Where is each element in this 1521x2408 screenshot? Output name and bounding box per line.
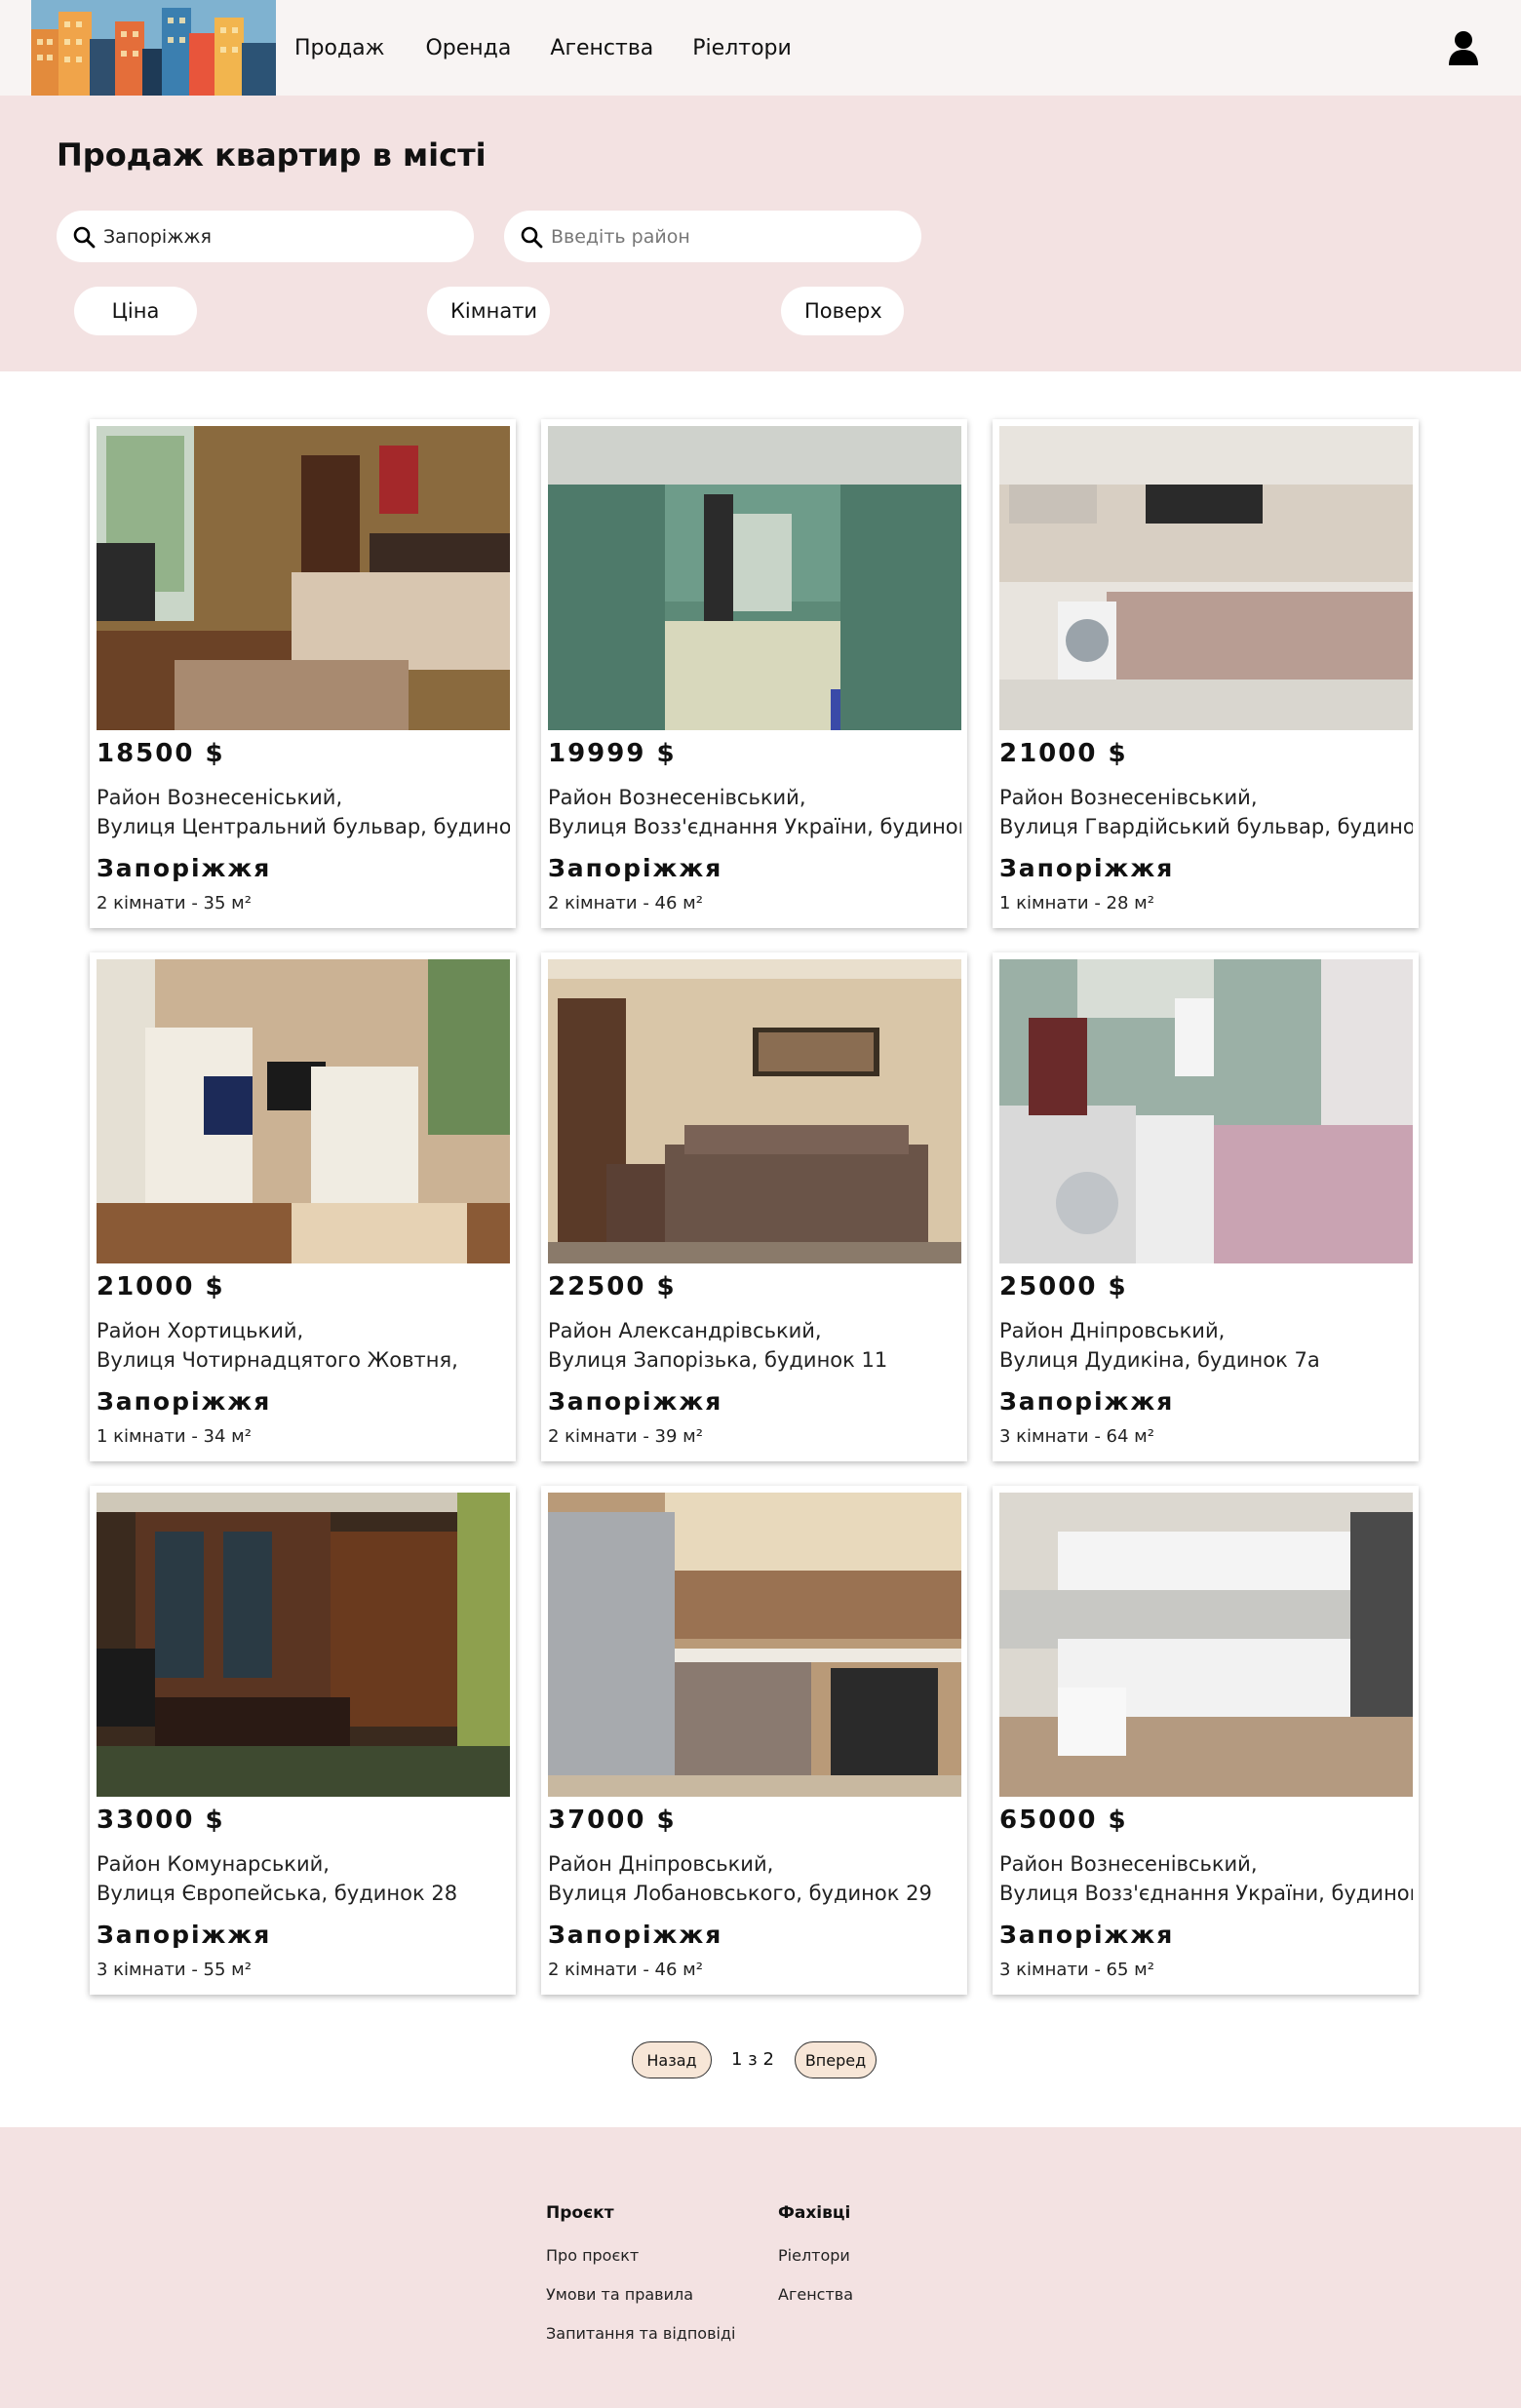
search-icon bbox=[521, 226, 543, 249]
district-search-box[interactable] bbox=[504, 211, 921, 262]
listing-city: Запоріжжя bbox=[999, 1921, 1175, 1949]
listing-street: Вулиця Центральний бульвар, будинок bbox=[97, 815, 510, 838]
footer-link-agencies[interactable]: Агенства bbox=[778, 2285, 853, 2304]
prev-page-button[interactable]: Назад bbox=[632, 2041, 712, 2078]
listing-price: 18500 $ bbox=[97, 739, 225, 768]
listing-price: 21000 $ bbox=[999, 739, 1128, 768]
main-nav: Продаж Оренда Агенства Ріелтори bbox=[294, 0, 831, 96]
city-search-box[interactable] bbox=[57, 211, 474, 262]
next-page-button[interactable]: Вперед bbox=[795, 2041, 877, 2078]
listing-district: Район Вознесенівський, bbox=[999, 1852, 1258, 1876]
footer-link-terms[interactable]: Умови та правила bbox=[546, 2285, 735, 2304]
listing-price: 21000 $ bbox=[97, 1272, 225, 1301]
site-logo[interactable] bbox=[31, 0, 276, 96]
listing-street: Вулиця Європейська, будинок 28 bbox=[97, 1882, 458, 1905]
listing-photo[interactable] bbox=[548, 1493, 961, 1797]
listing-price: 33000 $ bbox=[97, 1806, 225, 1835]
listing-rooms-area: 2 кімнати - 39 м² bbox=[548, 1426, 703, 1447]
site-footer: Проєкт Про проєкт Умови та правила Запит… bbox=[0, 2127, 1521, 2408]
nav-agencies[interactable]: Агенства bbox=[550, 36, 653, 60]
listing-card[interactable]: 25000 $ Район Дніпровський, Вулиця Дудик… bbox=[993, 952, 1419, 1461]
listing-street: Вулиця Лобановського, будинок 29 bbox=[548, 1882, 932, 1905]
listing-city: Запоріжжя bbox=[97, 1387, 272, 1416]
listing-district: Район Александрівський, bbox=[548, 1319, 822, 1342]
nav-sale[interactable]: Продаж bbox=[294, 36, 384, 60]
listing-photo[interactable] bbox=[548, 426, 961, 730]
listing-photo[interactable] bbox=[999, 959, 1413, 1263]
footer-experts-heading: Фахівці bbox=[778, 2203, 851, 2223]
listing-card[interactable]: 65000 $ Район Вознесенівський, Вулиця Во… bbox=[993, 1486, 1419, 1995]
listing-card[interactable]: 21000 $ Район Хортицький, Вулиця Чотирна… bbox=[90, 952, 516, 1461]
listing-card[interactable]: 21000 $ Район Вознесенівський, Вулиця Гв… bbox=[993, 419, 1419, 928]
listing-street: Вулиця Возз'єднання України, будинок bbox=[999, 1882, 1413, 1905]
listing-district: Район Дніпровський, bbox=[999, 1319, 1226, 1342]
listing-city: Запоріжжя bbox=[999, 854, 1175, 882]
listing-rooms-area: 3 кімнати - 55 м² bbox=[97, 1960, 252, 1980]
listing-price: 22500 $ bbox=[548, 1272, 677, 1301]
listing-card[interactable]: 18500 $ Район Вознесеніський, Вулиця Цен… bbox=[90, 419, 516, 928]
listing-street: Вулиця Гвардійський бульвар, будинок bbox=[999, 815, 1413, 838]
listing-price: 25000 $ bbox=[999, 1272, 1128, 1301]
footer-experts-column: Фахівці Ріелтори Агенства bbox=[778, 2203, 853, 2324]
footer-project-column: Проєкт Про проєкт Умови та правила Запит… bbox=[546, 2203, 735, 2363]
listing-district: Район Вознесенівський, bbox=[548, 786, 806, 809]
rooms-filter-button[interactable]: Кімнати bbox=[427, 287, 550, 335]
listing-card[interactable]: 37000 $ Район Дніпровський, Вулиця Лобан… bbox=[541, 1486, 967, 1995]
listing-city: Запоріжжя bbox=[548, 854, 723, 882]
listing-district: Район Хортицький, bbox=[97, 1319, 304, 1342]
listing-district: Район Дніпровський, bbox=[548, 1852, 774, 1876]
listing-street: Вулиця Чотирнадцятого Жовтня, bbox=[97, 1348, 458, 1372]
listing-photo[interactable] bbox=[548, 959, 961, 1263]
listing-photo[interactable] bbox=[999, 426, 1413, 730]
page-indicator: 1 з 2 bbox=[731, 2049, 774, 2070]
listing-photo[interactable] bbox=[97, 426, 510, 730]
listing-city: Запоріжжя bbox=[548, 1921, 723, 1949]
footer-link-faq[interactable]: Запитання та відповіді bbox=[546, 2324, 735, 2343]
listing-price: 37000 $ bbox=[548, 1806, 677, 1835]
price-filter-button[interactable]: Ціна bbox=[74, 287, 197, 335]
listing-rooms-area: 3 кімнати - 65 м² bbox=[999, 1960, 1154, 1980]
listing-street: Вулиця Дудикіна, будинок 7а bbox=[999, 1348, 1320, 1372]
listing-rooms-area: 3 кімнати - 64 м² bbox=[999, 1426, 1154, 1447]
listing-rooms-area: 1 кімнати - 34 м² bbox=[97, 1426, 252, 1447]
listing-card[interactable]: 22500 $ Район Александрівський, Вулиця З… bbox=[541, 952, 967, 1461]
footer-link-about[interactable]: Про проєкт bbox=[546, 2246, 735, 2265]
search-section: Продаж квартир в місті Ціна Кімнати Пове… bbox=[0, 96, 1521, 371]
district-search-input[interactable] bbox=[551, 220, 902, 252]
listing-rooms-area: 1 кімнати - 28 м² bbox=[999, 893, 1154, 913]
listing-city: Запоріжжя bbox=[97, 854, 272, 882]
listing-photo[interactable] bbox=[97, 1493, 510, 1797]
listing-rooms-area: 2 кімнати - 35 м² bbox=[97, 893, 252, 913]
pagination: Назад 1 з 2 Вперед bbox=[0, 2041, 1521, 2078]
listing-price: 65000 $ bbox=[999, 1806, 1128, 1835]
listing-rooms-area: 2 кімнати - 46 м² bbox=[548, 1960, 703, 1980]
floor-filter-button[interactable]: Поверх bbox=[781, 287, 904, 335]
search-icon bbox=[73, 226, 96, 249]
listing-card[interactable]: 33000 $ Район Комунарський, Вулиця Європ… bbox=[90, 1486, 516, 1995]
listing-district: Район Комунарський, bbox=[97, 1852, 330, 1876]
listing-city: Запоріжжя bbox=[97, 1921, 272, 1949]
listing-district: Район Вознесенівський, bbox=[999, 786, 1258, 809]
listing-photo[interactable] bbox=[97, 959, 510, 1263]
page-title: Продаж квартир в місті bbox=[57, 136, 487, 174]
listing-city: Запоріжжя bbox=[999, 1387, 1175, 1416]
footer-link-realtors[interactable]: Ріелтори bbox=[778, 2246, 853, 2265]
listing-city: Запоріжжя bbox=[548, 1387, 723, 1416]
city-search-input[interactable] bbox=[103, 220, 454, 252]
listing-district: Район Вознесеніський, bbox=[97, 786, 343, 809]
nav-rent[interactable]: Оренда bbox=[425, 36, 511, 60]
listing-photo[interactable] bbox=[999, 1493, 1413, 1797]
site-header: Продаж Оренда Агенства Ріелтори bbox=[0, 0, 1521, 96]
listing-street: Вулиця Возз'єднання України, будинок 4 bbox=[548, 815, 961, 838]
listing-street: Вулиця Запорізька, будинок 11 bbox=[548, 1348, 888, 1372]
footer-project-heading: Проєкт bbox=[546, 2203, 614, 2223]
listing-price: 19999 $ bbox=[548, 739, 677, 768]
listing-card[interactable]: 19999 $ Район Вознесенівський, Вулиця Во… bbox=[541, 419, 967, 928]
listing-rooms-area: 2 кімнати - 46 м² bbox=[548, 893, 703, 913]
nav-realtors[interactable]: Ріелтори bbox=[692, 36, 792, 60]
user-profile-icon[interactable] bbox=[1448, 30, 1479, 65]
